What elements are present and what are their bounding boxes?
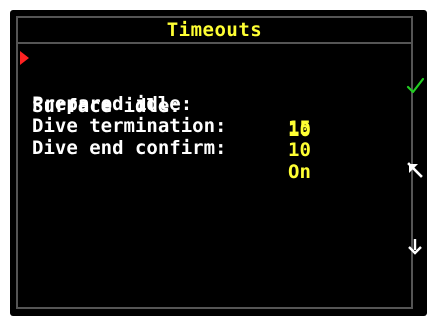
menu-item-surface-idle[interactable]: Surface idle: 10 [18,46,411,141]
menu-item-label: Dive end confirm: [32,137,227,159]
menu-item-dive-termination[interactable]: Dive termination: 10 [18,90,411,161]
device-screen: Timeouts Surface idle: 10 Prepared idle:… [10,10,427,316]
selection-cursor-icon [20,51,29,65]
menu-item-value: On [288,161,311,183]
arrow-up-left-icon [407,162,423,178]
menu-list: Surface idle: 10 Prepared idle: 15 Dive … [16,44,413,309]
menu-item-prepared-idle[interactable]: Prepared idle: 15 [18,68,411,139]
checkmark-icon [406,77,425,94]
next-button[interactable] [403,232,427,260]
menu-item-value: 10 [288,139,311,161]
back-button[interactable] [403,156,427,184]
arrow-down-icon [408,239,422,255]
menu-item-dive-end-confirm[interactable]: Dive end confirm: On [18,112,411,183]
confirm-button[interactable] [403,72,427,100]
page-title: Timeouts [16,16,413,44]
